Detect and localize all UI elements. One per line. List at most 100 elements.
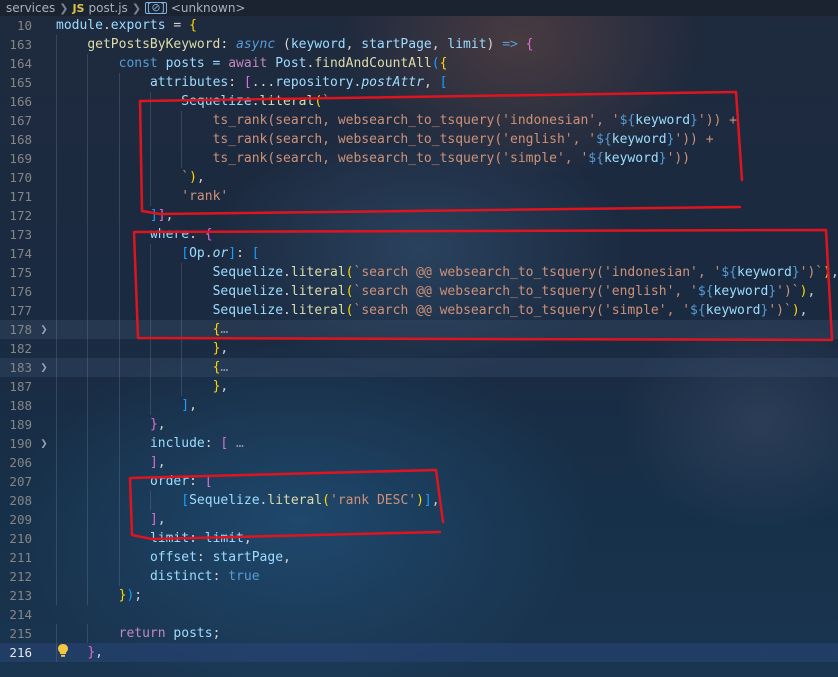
code-token: . [283, 284, 291, 299]
code-token: , [157, 455, 166, 470]
indent-guide [56, 73, 57, 92]
code-token: literal [290, 284, 346, 299]
code-text: Sequelize.literal(`search @@ websearch_t… [213, 301, 808, 320]
code-line[interactable]: 190 ❯ include: [ … [0, 434, 838, 453]
code-line[interactable]: 210 limit: limit, [0, 529, 838, 548]
breadcrumb-file[interactable]: JS post.js [72, 1, 127, 15]
code-text: [Sequelize.literal('rank DESC')], [181, 491, 439, 510]
code-token: . [102, 18, 111, 33]
code-line[interactable]: 164 const posts = await Post.findAndCount… [0, 54, 838, 73]
fold-chevron-icon[interactable]: ❯ [38, 320, 50, 339]
code-token: : [212, 569, 229, 584]
code-token: Post [275, 56, 307, 71]
code-token: : [189, 531, 205, 546]
code-line[interactable]: 187}, [0, 377, 838, 396]
indent-guide [56, 244, 57, 263]
code-token: [ [439, 75, 448, 90]
code-line[interactable]: 177 Sequelize.literal(`search @@ websearc… [0, 301, 838, 320]
code-line[interactable]: 169 ts_rank(search, websearch_to_tsquery(… [0, 149, 838, 168]
indent-guide [149, 130, 151, 149]
breadcrumb-folder[interactable]: services [6, 1, 55, 15]
indent-guide [56, 453, 57, 472]
code-line[interactable]: 215 return posts; [0, 624, 838, 643]
code-line[interactable]: 207 order: [ [0, 472, 838, 491]
code-token: ] [149, 512, 158, 527]
code-line[interactable]: 213}); [0, 586, 838, 605]
breadcrumb-symbol[interactable]: [⊘] <unknown> [145, 1, 245, 15]
code-text: ts_rank(search, websearch_to_tsquery('en… [213, 130, 714, 149]
code-token: keyword [603, 151, 659, 166]
code-token: ) [823, 265, 831, 280]
code-line[interactable]: 176 Sequelize.literal(`search @@ websearc… [0, 282, 838, 301]
code-token: getPostsByKeyword [87, 37, 221, 52]
fold-chevron-icon[interactable]: ❯ [38, 358, 50, 377]
indent-guide [118, 320, 120, 339]
code-token: ')) + [697, 113, 738, 128]
code-token: Sequelize [181, 94, 252, 109]
code-token: ${ [596, 132, 612, 147]
code-line[interactable]: 168 ts_rank(search, websearch_to_tsquery(… [0, 130, 838, 149]
code-token: : [189, 227, 205, 242]
indent-guide [56, 225, 57, 244]
line-number: 216 [9, 645, 32, 660]
code-line[interactable]: 175 Sequelize.literal(`search @@ websearc… [0, 263, 838, 282]
code-line[interactable]: 173 where: { [0, 225, 838, 244]
code-line[interactable]: 174 [Op.or]: [ [0, 244, 838, 263]
code-line[interactable]: 209], [0, 510, 838, 529]
code-token: , [283, 550, 291, 565]
code-token: literal [290, 303, 346, 318]
code-line[interactable]: 189}, [0, 415, 838, 434]
code-token: `search @@ websearch_to_tsquery('english… [353, 284, 698, 299]
code-line[interactable]: 214 [0, 605, 838, 624]
code-token: ts_rank(search, websearch_to_tsquery('en… [212, 132, 597, 147]
line-number: 176 [9, 284, 32, 299]
code-line[interactable]: 10 module.exports = { [0, 16, 838, 35]
code-line[interactable]: 163 getPostsByKeyword: async (keyword, st… [0, 35, 838, 54]
code-line[interactable]: 178 ❯ {… [0, 320, 838, 339]
code-line[interactable]: 167 ts_rank(search, websearch_to_tsquery(… [0, 111, 838, 130]
code-line[interactable]: 182}, [0, 339, 838, 358]
line-number: 189 [9, 417, 32, 432]
code-token: Sequelize [189, 493, 260, 508]
line-number: 170 [9, 170, 32, 185]
code-line[interactable]: 208 [Sequelize.literal('rank DESC')], [0, 491, 838, 510]
code-line[interactable]: 216}, [0, 643, 838, 662]
code-line[interactable]: 172]], [0, 206, 838, 225]
code-line[interactable]: 188], [0, 396, 838, 415]
line-number: 174 [9, 246, 32, 261]
code-token: ')` [799, 265, 824, 280]
code-line[interactable]: 170 `), [0, 168, 838, 187]
code-line[interactable]: 211 offset: startPage, [0, 548, 838, 567]
code-token: 'rank' [181, 189, 229, 204]
code-line[interactable]: 171 'rank' [0, 187, 838, 206]
code-token: ( [345, 265, 354, 280]
code-token: ] [228, 246, 237, 261]
code-line[interactable]: 212 distinct: true [0, 567, 838, 586]
code-token: 'rank DESC' [330, 493, 417, 508]
code-line[interactable]: 183 ❯ {… [0, 358, 838, 377]
code-text: {… [213, 320, 229, 339]
code-token: . [204, 246, 213, 261]
code-token: . [283, 303, 291, 318]
indent-guide [87, 225, 89, 244]
code-token: Sequelize [212, 265, 284, 280]
code-editor[interactable]: 10 module.exports = {163 getPostsByKeyword… [0, 16, 838, 662]
code-token: } [690, 113, 698, 128]
indent-guide [181, 320, 183, 339]
code-text: }, [213, 377, 229, 396]
code-line[interactable]: 165 attributes: [...repository.postAttr, … [0, 73, 838, 92]
code-line[interactable]: 206], [0, 453, 838, 472]
fold-chevron-icon[interactable]: ❯ [38, 434, 50, 453]
code-text: return posts; [119, 624, 221, 643]
lightbulb-icon[interactable] [58, 644, 68, 657]
indent-guide [118, 130, 120, 149]
code-line[interactable]: 166 Sequelize.literal(` [0, 92, 838, 111]
code-token: ( [314, 94, 323, 109]
code-token: , [799, 303, 808, 318]
code-token: } [791, 265, 800, 280]
code-token: exports [110, 18, 166, 33]
indent-guide [118, 453, 120, 472]
indent-guide [118, 339, 120, 358]
code-token: ] [149, 208, 158, 223]
indent-guide [149, 111, 151, 130]
